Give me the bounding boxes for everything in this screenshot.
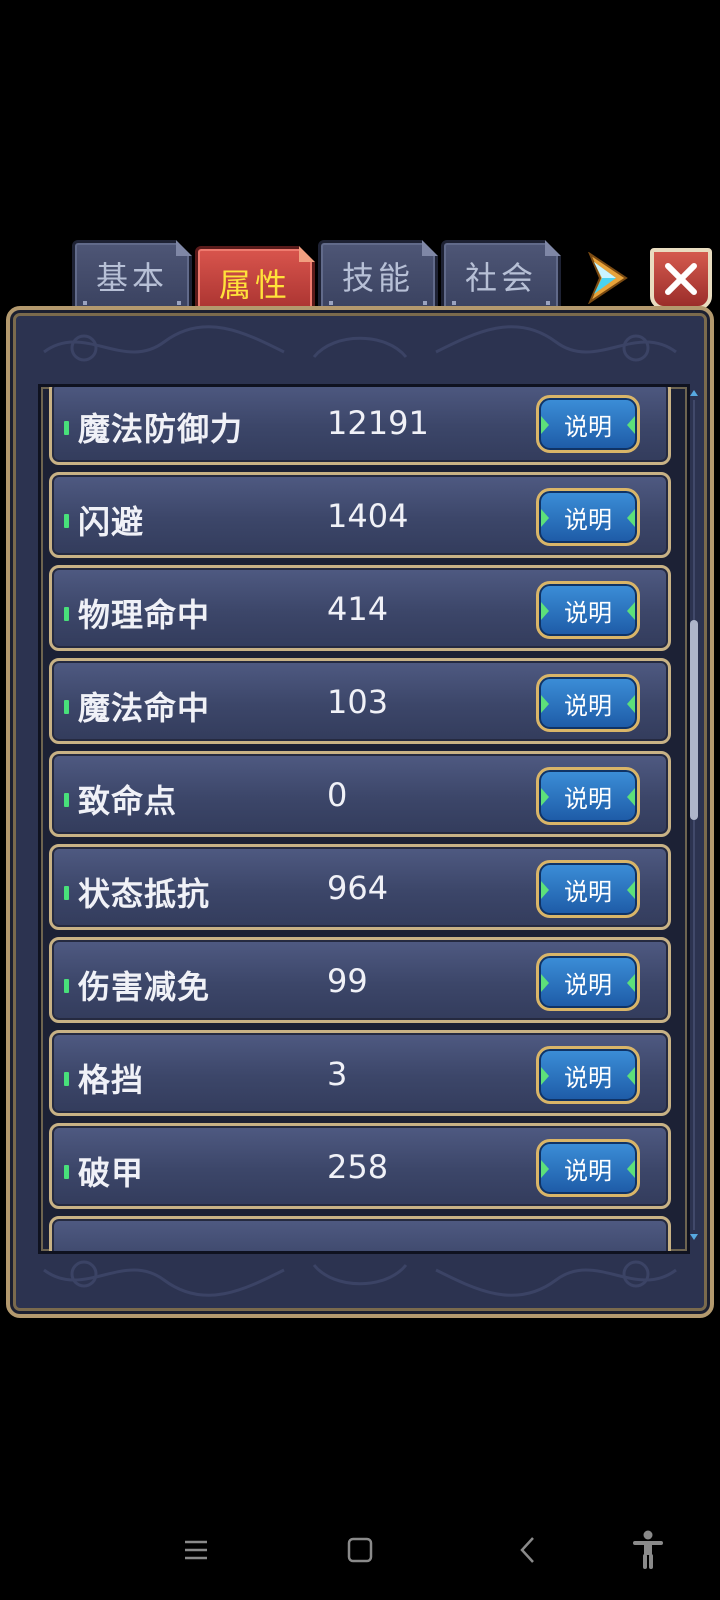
stat-value: 103 — [327, 683, 389, 721]
explain-button-label: 说明 — [564, 970, 612, 999]
stat-row: 物理命中 414 说明 — [49, 565, 671, 651]
tab-basic[interactable]: 基本 — [72, 240, 192, 312]
stat-row: 状态抵抗 964 说明 — [49, 844, 671, 930]
explain-button[interactable]: 说明 — [536, 953, 640, 1011]
close-button[interactable] — [650, 248, 712, 310]
row-indicator — [64, 1165, 69, 1179]
menu-icon[interactable] — [176, 1530, 216, 1570]
explain-button-label: 说明 — [564, 1156, 612, 1185]
stat-name: 魔法防御力 — [78, 410, 244, 448]
stat-value: 964 — [327, 869, 389, 907]
stat-value: 414 — [327, 590, 389, 628]
stat-row: 伤害减免 99 说明 — [49, 937, 671, 1023]
stat-name: 魔法命中 — [78, 689, 211, 727]
next-arrow-icon[interactable] — [586, 251, 630, 305]
ornament-top — [43, 325, 677, 362]
stat-name: 破甲 — [78, 1154, 145, 1192]
tab-basic-label: 基本 — [95, 259, 168, 297]
explain-button[interactable]: 说明 — [536, 860, 640, 918]
explain-button-label: 说明 — [564, 412, 612, 441]
explain-button-label: 说明 — [564, 598, 612, 627]
scroll-up-arrow-icon[interactable] — [690, 390, 698, 396]
row-indicator — [64, 607, 69, 621]
accessibility-icon[interactable] — [628, 1530, 668, 1570]
tab-attributes-label: 属性 — [218, 266, 291, 304]
stat-value: 12191 — [327, 404, 429, 442]
tab-skills-label: 技能 — [341, 259, 414, 297]
stat-row: 致命点 0 说明 — [49, 751, 671, 837]
row-indicator — [64, 886, 69, 900]
home-square-icon[interactable] — [340, 1530, 380, 1570]
close-icon — [665, 263, 697, 295]
row-indicator — [64, 514, 69, 528]
explain-button[interactable]: 说明 — [536, 767, 640, 825]
row-indicator — [64, 979, 69, 993]
stat-row: 破甲 258 说明 — [49, 1123, 671, 1209]
stat-name: 伤害减免 — [78, 968, 211, 1006]
scroll-down-arrow-icon[interactable] — [690, 1234, 698, 1240]
back-chevron-icon[interactable] — [508, 1530, 548, 1570]
explain-button[interactable]: 说明 — [536, 674, 640, 732]
stat-name: 物理命中 — [78, 596, 211, 634]
explain-button-label: 说明 — [564, 877, 612, 906]
stat-name: 格挡 — [78, 1061, 145, 1099]
stat-value: 0 — [327, 776, 348, 814]
stat-row: 格挡 3 说明 — [49, 1030, 671, 1116]
row-indicator — [64, 421, 69, 435]
stat-value: 258 — [327, 1148, 389, 1186]
explain-button[interactable]: 说明 — [536, 581, 640, 639]
explain-button[interactable]: 说明 — [536, 395, 640, 453]
stat-name: 状态抵抗 — [78, 875, 211, 913]
tab-skills[interactable]: 技能 — [318, 240, 438, 312]
tab-social[interactable]: 社会 — [441, 240, 561, 312]
row-indicator — [64, 1072, 69, 1086]
row-indicator — [64, 793, 69, 807]
stat-value: 3 — [327, 1055, 348, 1093]
stat-name: 致命点 — [78, 782, 178, 820]
stat-name: 闪避 — [78, 503, 145, 541]
stat-row: 魔法防御力 12191 说明 — [49, 387, 671, 465]
scrollbar[interactable] — [690, 390, 698, 1240]
stat-row: 魔法命中 103 说明 — [49, 658, 671, 744]
row-indicator — [64, 700, 69, 714]
stat-list[interactable]: 魔法防御力 12191 说明 闪避 1404 说明 物理命中 414 说明 魔法… — [38, 384, 690, 1254]
explain-button[interactable]: 说明 — [536, 1139, 640, 1197]
explain-button[interactable]: 说明 — [536, 488, 640, 546]
explain-button-label: 说明 — [564, 784, 612, 813]
scrollbar-thumb[interactable] — [690, 620, 698, 820]
stat-value: 1404 — [327, 497, 409, 535]
explain-button[interactable]: 说明 — [536, 1046, 640, 1104]
explain-button-label: 说明 — [564, 691, 612, 720]
stat-row: 闪避 1404 说明 — [49, 472, 671, 558]
explain-button-label: 说明 — [564, 1063, 612, 1092]
explain-button-label: 说明 — [564, 505, 612, 534]
stat-value: 99 — [327, 962, 368, 1000]
tab-social-label: 社会 — [464, 259, 537, 297]
stat-row-partial — [49, 1216, 671, 1251]
